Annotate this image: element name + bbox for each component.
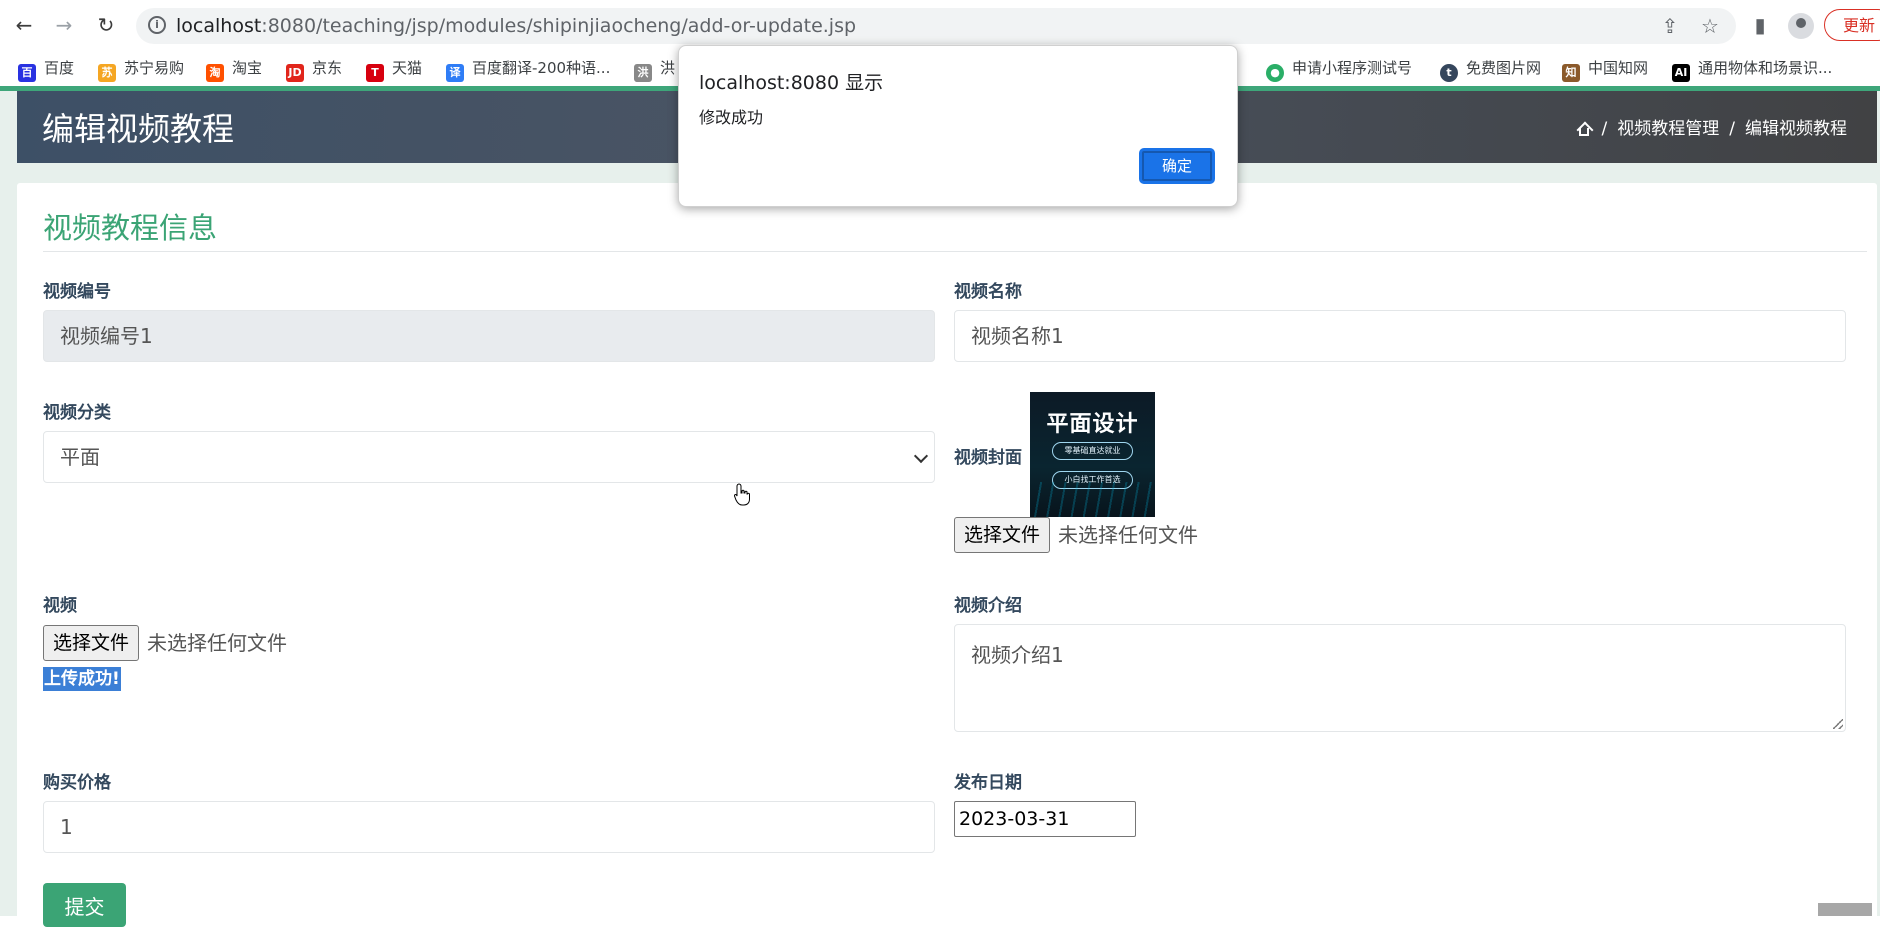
cover-image-title: 平面设计 (1046, 412, 1139, 437)
cnki-icon: 知 (1562, 64, 1580, 82)
forward-icon[interactable]: → (50, 11, 78, 39)
bookmark-cnki[interactable]: 知中国知网 (1562, 50, 1648, 86)
cover-label: 视频封面 (954, 448, 1022, 468)
suning-icon: 苏 (98, 64, 116, 82)
submit-button[interactable]: 提交 (43, 883, 126, 927)
video-name-label: 视频名称 (954, 282, 1022, 302)
category-selected-value: 平面 (60, 445, 100, 469)
price-label: 购买价格 (43, 773, 111, 793)
section-title: 视频教程信息 (43, 211, 218, 245)
home-icon[interactable] (1576, 121, 1592, 136)
page-title: 编辑视频教程 (42, 110, 235, 148)
cover-thumbnail: 平面设计 零基础直达就业 小白找工作首选 (1030, 392, 1155, 517)
video-file-button[interactable]: 选择文件 (43, 625, 140, 661)
share-icon[interactable]: ⇪ (1656, 12, 1684, 40)
side-panel-icon[interactable]: ▮ (1746, 11, 1774, 39)
price-input[interactable]: 1 (43, 801, 935, 853)
scroll-to-top-button[interactable] (1818, 903, 1872, 916)
bookmark-baidu-translate[interactable]: 译百度翻译-200种语... (446, 50, 610, 86)
url-text[interactable]: localhost:8080/teaching/jsp/modules/ship… (176, 8, 856, 44)
hong-icon: 洪 (634, 64, 652, 82)
video-label: 视频 (43, 596, 77, 616)
breadcrumb-item-current: 编辑视频教程 (1745, 119, 1847, 139)
publish-date-label: 发布日期 (954, 773, 1022, 793)
tmall-icon: T (366, 64, 384, 82)
bookmark-star-icon[interactable]: ☆ (1696, 12, 1724, 40)
bookmark-baidu[interactable]: 百百度 (18, 50, 74, 86)
tumblr-icon: t (1440, 64, 1458, 82)
resize-handle-icon[interactable] (1833, 719, 1843, 729)
video-name-input[interactable]: 视频名称1 (954, 310, 1846, 362)
alert-title: localhost:8080 显示 (699, 72, 884, 94)
alert-message: 修改成功 (699, 108, 764, 127)
video-no-input[interactable]: 视频编号1 (43, 310, 935, 362)
section-divider (43, 251, 1867, 252)
category-label: 视频分类 (43, 403, 111, 423)
taobao-icon: 淘 (206, 64, 224, 82)
cover-file-button[interactable]: 选择文件 (954, 517, 1051, 553)
upload-success-text: 上传成功! (43, 667, 121, 691)
baidu-icon: 百 (18, 64, 36, 82)
browser-toolbar: ← → ↻ i localhost:8080/teaching/jsp/modu… (0, 0, 1880, 50)
cover-file-status: 未选择任何文件 (1058, 523, 1198, 547)
ai-icon: AI (1672, 64, 1690, 82)
bookmark-object-recognition[interactable]: AI 通用物体和场景识... (1672, 50, 1832, 86)
bookmark-miniprogram[interactable]: ● 申请小程序测试号 (1266, 50, 1412, 86)
category-select[interactable]: 平面 (43, 431, 935, 483)
profile-avatar[interactable] (1788, 13, 1814, 39)
alert-ok-button[interactable]: 确定 (1139, 148, 1215, 184)
intro-label: 视频介绍 (954, 596, 1022, 616)
site-info-icon[interactable]: i (148, 16, 166, 34)
intro-text: 视频介绍1 (971, 643, 1064, 667)
bookmark-free-images[interactable]: t 免费图片网 (1440, 50, 1541, 86)
bookmark-taobao[interactable]: 淘淘宝 (206, 50, 262, 86)
bookmark-tmall[interactable]: T 天猫 (366, 50, 422, 86)
update-button[interactable]: 更新 (1824, 9, 1880, 41)
breadcrumb: / 视频教程管理 / 编辑视频教程 (1576, 91, 1847, 167)
jd-icon: JD (286, 64, 304, 82)
reload-icon[interactable]: ↻ (92, 11, 120, 39)
hand-cursor-icon (734, 483, 750, 506)
cover-pill-1: 零基础直达就业 (1052, 442, 1133, 460)
wechat-icon: ● (1266, 64, 1284, 82)
address-bar[interactable]: i localhost:8080/teaching/jsp/modules/sh… (136, 8, 1736, 44)
form-card: 视频教程信息 视频编号 视频编号1 视频名称 视频名称1 视频分类 平面 视频封… (17, 183, 1877, 927)
bookmark-jd[interactable]: JD 京东 (286, 50, 342, 86)
alert-dialog: localhost:8080 显示 修改成功 确定 (678, 45, 1238, 207)
publish-date-input[interactable]: 2023-03-31 (954, 801, 1136, 837)
bookmark-hong[interactable]: 洪洪 (634, 50, 675, 86)
back-icon[interactable]: ← (10, 11, 38, 39)
translate-icon: 译 (446, 64, 464, 82)
cover-decoration (1030, 482, 1155, 517)
breadcrumb-item-manage[interactable]: 视频教程管理 (1617, 119, 1719, 139)
bookmark-suning[interactable]: 苏苏宁易购 (98, 50, 184, 86)
intro-textarea[interactable]: 视频介绍1 (954, 624, 1846, 732)
video-file-status: 未选择任何文件 (147, 631, 287, 655)
chevron-down-icon (913, 448, 929, 464)
video-no-label: 视频编号 (43, 282, 111, 302)
